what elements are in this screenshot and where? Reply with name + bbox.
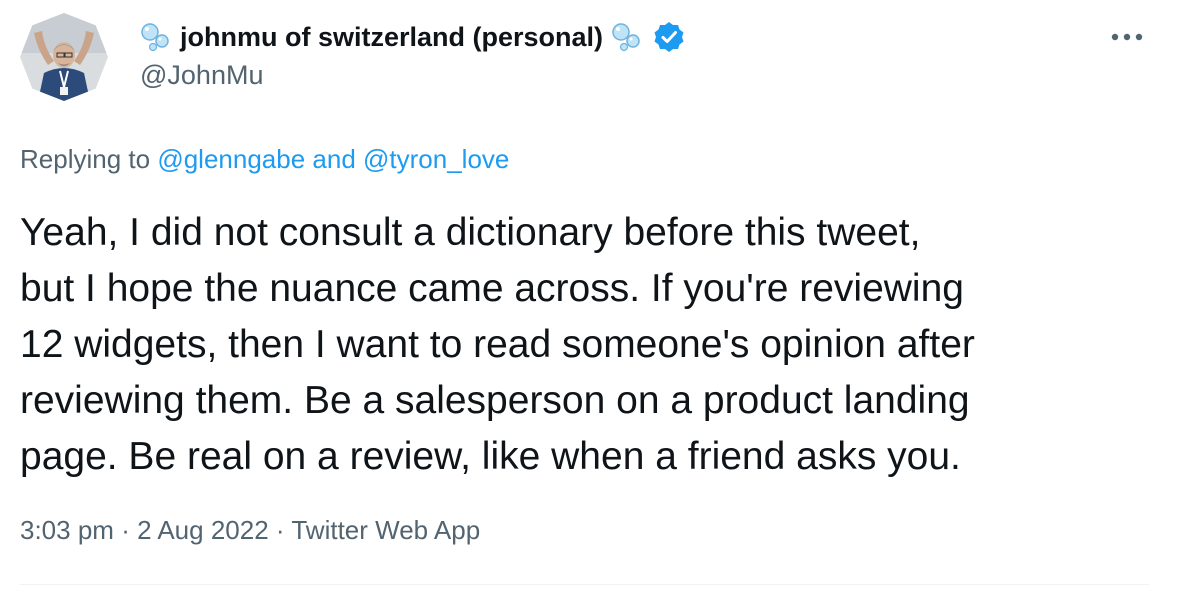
tweet-text-line: but I hope the nuance came across. If yo… [20,267,964,310]
tweet-header: johnmu of switzerland (personal) @JohnMu [140,16,1117,91]
author-display-name[interactable]: johnmu of switzerland (personal) [180,22,603,53]
bubbles-icon [611,22,645,52]
author-handle[interactable]: @JohnMu [140,60,1117,91]
author-name-row: johnmu of switzerland (personal) [140,16,1117,58]
tweet-card: johnmu of switzerland (personal) @JohnMu [0,0,1177,593]
divider [20,584,1149,585]
replying-to: Replying to @glenngabe and @tyron_love [20,144,509,175]
tweet-date[interactable]: 2 Aug 2022 [137,515,269,545]
tweet-text-line: Yeah, I did not consult a dictionary bef… [20,211,921,254]
tweet-text: Yeah, I did not consult a dictionary bef… [20,205,1160,485]
mention-joiner[interactable]: and [312,144,355,174]
more-options-icon[interactable] [1107,22,1147,52]
replying-to-label: Replying to [20,144,151,174]
avatar[interactable] [20,13,108,101]
tweet-source[interactable]: Twitter Web App [291,515,480,545]
avatar-photo [20,13,108,101]
bubbles-icon [140,22,174,52]
tweet-text-line: reviewing them. Be a salesperson on a pr… [20,379,970,422]
meta-separator: · [275,515,285,545]
tweet-text-line: page. Be real on a review, like when a f… [20,435,961,478]
meta-separator: · [121,515,130,545]
mention-link-glenngabe[interactable]: @glenngabe [157,144,305,174]
tweet-text-line: 12 widgets, then I want to read someone'… [20,323,975,366]
tweet-meta: 3:03 pm · 2 Aug 2022 · Twitter Web App [20,515,480,546]
tweet-time[interactable]: 3:03 pm [20,515,114,545]
verified-badge-icon [653,21,685,53]
mention-link-tyron-love[interactable]: @tyron_love [363,144,509,174]
